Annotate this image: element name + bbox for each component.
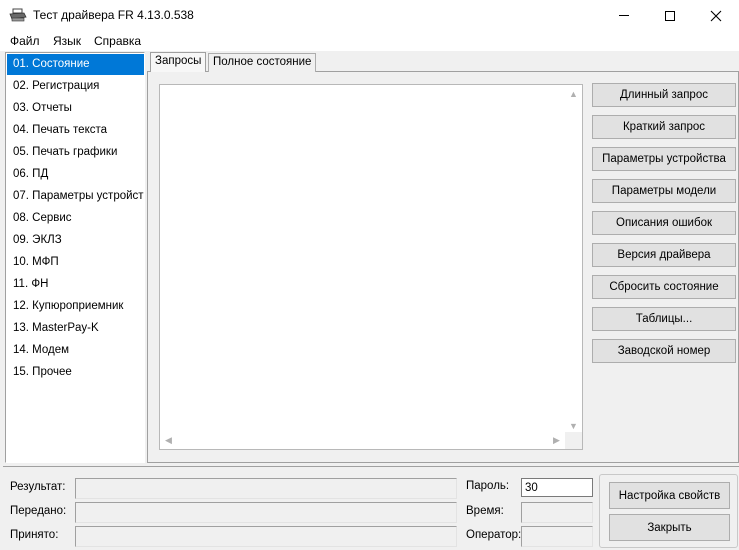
received-label: Принято: bbox=[10, 529, 59, 541]
short-request-button[interactable]: Краткий запрос bbox=[592, 115, 736, 139]
result-field bbox=[75, 478, 457, 499]
sidebar-item-print-text[interactable]: 04. Печать текста bbox=[7, 120, 144, 141]
close-button[interactable]: Закрыть bbox=[609, 514, 730, 541]
title-bar[interactable]: Тест драйвера FR 4.13.0.538 bbox=[0, 0, 739, 31]
sidebar-item-pd[interactable]: 06. ПД bbox=[7, 164, 144, 185]
sidebar-item-registration[interactable]: 02. Регистрация bbox=[7, 76, 144, 97]
result-label: Результат: bbox=[10, 481, 66, 493]
horizontal-scrollbar[interactable]: ◀ ▶ bbox=[160, 432, 565, 449]
sidebar-item-fn[interactable]: 11. ФН bbox=[7, 274, 144, 295]
time-label: Время: bbox=[466, 505, 504, 517]
printer-icon bbox=[9, 8, 27, 22]
sidebar-item-state[interactable]: 01. Состояние bbox=[7, 54, 144, 75]
serial-number-button[interactable]: Заводской номер bbox=[592, 339, 736, 363]
password-label: Пароль: bbox=[466, 480, 510, 492]
operator-field bbox=[521, 526, 593, 547]
close-window-button[interactable] bbox=[693, 0, 739, 31]
received-field bbox=[75, 526, 457, 547]
sidebar-item-service[interactable]: 08. Сервис bbox=[7, 208, 144, 229]
sidebar-item-modem[interactable]: 14. Модем bbox=[7, 340, 144, 361]
minimize-icon bbox=[619, 15, 629, 16]
sidebar-item-mfp[interactable]: 10. МФП bbox=[7, 252, 144, 273]
tab-full-state[interactable]: Полное состояние bbox=[208, 53, 317, 72]
settings-button[interactable]: Настройка свойств bbox=[609, 482, 730, 509]
sidebar-list[interactable]: 01. Состояние 02. Регистрация 03. Отчеты… bbox=[5, 52, 145, 463]
reset-state-button[interactable]: Сбросить состояние bbox=[592, 275, 736, 299]
maximize-icon bbox=[665, 10, 675, 21]
menu-help[interactable]: Справка bbox=[94, 34, 141, 48]
menu-language[interactable]: Язык bbox=[53, 34, 81, 48]
scroll-up-icon[interactable]: ▲ bbox=[565, 85, 582, 102]
vertical-scrollbar[interactable]: ▲ ▼ bbox=[565, 85, 582, 434]
close-icon bbox=[710, 10, 722, 21]
sidebar-item-print-graphics[interactable]: 05. Печать графики bbox=[7, 142, 144, 163]
scrollbar-corner bbox=[565, 432, 582, 449]
sidebar-item-eklz[interactable]: 09. ЭКЛЗ bbox=[7, 230, 144, 251]
tab-requests[interactable]: Запросы bbox=[150, 52, 207, 72]
menu-file[interactable]: Файл bbox=[10, 34, 40, 48]
operator-label: Оператор: bbox=[466, 529, 522, 541]
sidebar-item-masterpay[interactable]: 13. MasterPay-K bbox=[7, 318, 144, 339]
error-descriptions-button[interactable]: Описания ошибок bbox=[592, 211, 736, 235]
window-title: Тест драйвера FR 4.13.0.538 bbox=[33, 8, 194, 22]
model-params-button[interactable]: Параметры модели bbox=[592, 179, 736, 203]
sent-field bbox=[75, 502, 457, 523]
maximize-button[interactable] bbox=[647, 0, 693, 31]
time-field bbox=[521, 502, 593, 523]
long-request-button[interactable]: Длинный запрос bbox=[592, 83, 736, 107]
sidebar-item-other[interactable]: 15. Прочее bbox=[7, 362, 144, 383]
sent-label: Передано: bbox=[10, 505, 67, 517]
device-params-button[interactable]: Параметры устройства bbox=[592, 147, 736, 171]
output-textarea[interactable]: ▲ ▼ ◀ ▶ bbox=[159, 84, 583, 450]
scroll-right-icon[interactable]: ▶ bbox=[548, 432, 565, 449]
minimize-button[interactable] bbox=[601, 0, 647, 31]
menu-bar: Файл Язык Справка bbox=[0, 31, 739, 51]
tables-button[interactable]: Таблицы... bbox=[592, 307, 736, 331]
password-input[interactable] bbox=[521, 478, 593, 497]
sidebar-item-bill-acceptor[interactable]: 12. Купюроприемник bbox=[7, 296, 144, 317]
sidebar-item-reports[interactable]: 03. Отчеты bbox=[7, 98, 144, 119]
scroll-left-icon[interactable]: ◀ bbox=[160, 432, 177, 449]
sidebar-item-device-params[interactable]: 07. Параметры устройстве bbox=[7, 186, 144, 207]
driver-version-button[interactable]: Версия драйвера bbox=[592, 243, 736, 267]
